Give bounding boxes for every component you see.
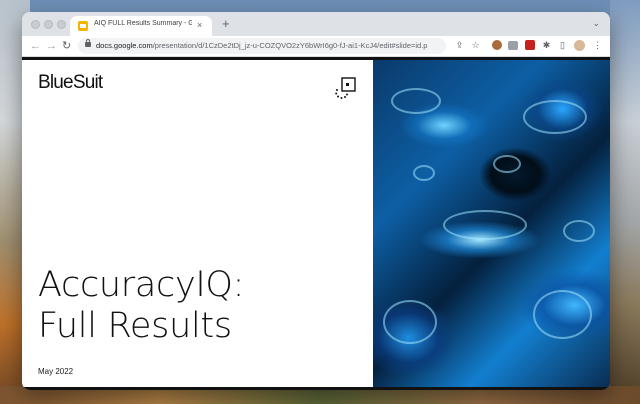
fluid-cell	[533, 290, 592, 339]
tab-close-icon[interactable]: ×	[197, 19, 202, 31]
brand-logo: BlueSuit	[38, 72, 103, 93]
new-tab-button[interactable]: +	[222, 17, 230, 31]
camera-extension-icon[interactable]	[508, 41, 518, 50]
back-button[interactable]: ←	[30, 39, 41, 53]
browser-toolbar: ← → ↻ docs.google.com/presentation/d/1Cz…	[22, 36, 610, 57]
fluid-cell	[523, 100, 587, 134]
puzzle-extensions-icon[interactable]: ✱	[541, 40, 552, 51]
fluid-cell	[383, 300, 437, 344]
share-icon[interactable]: ⇪	[454, 40, 465, 51]
slide-title-line-1: AccuracyIQ:	[38, 265, 245, 305]
forward-button[interactable]: →	[46, 39, 57, 53]
url-text[interactable]: docs.google.com/presentation/d/1CzDe2tDj…	[96, 41, 446, 50]
profile-avatar[interactable]	[574, 40, 585, 51]
close-window-button[interactable]	[31, 20, 40, 29]
browser-window: AIQ FULL Results Summary - G × + ⌄ ← → ↻…	[22, 12, 610, 390]
slide-title-line-2: Full Results	[38, 306, 232, 346]
cookie-extension-icon[interactable]	[492, 40, 502, 50]
url-domain: docs.google.com	[96, 41, 153, 50]
tab-title: AIQ FULL Results Summary - G	[94, 20, 192, 27]
fluid-cell	[391, 88, 441, 114]
brand-mark-icon	[335, 77, 356, 99]
fluid-cell	[493, 155, 521, 173]
slide-date: May 2022	[38, 367, 74, 376]
google-slides-icon	[78, 21, 88, 31]
fluid-cell	[413, 165, 435, 181]
tab-strip: AIQ FULL Results Summary - G × + ⌄	[22, 12, 610, 36]
sidebar-icon[interactable]: ▯	[557, 40, 568, 51]
slide-viewport: BlueSuit AccuracyIQ: Full Results May 20…	[22, 57, 610, 390]
wallpaper-right	[610, 0, 640, 404]
tab-search-chevron-icon[interactable]: ⌄	[592, 18, 600, 29]
menu-dots-icon[interactable]: ⋮	[592, 40, 603, 51]
address-bar[interactable]: docs.google.com/presentation/d/1CzDe2tDj…	[78, 38, 446, 54]
zoom-window-button[interactable]	[57, 20, 66, 29]
tab-aiq-results[interactable]: AIQ FULL Results Summary - G ×	[70, 16, 212, 36]
slide-title: AccuracyIQ: Full Results	[38, 265, 244, 347]
minimize-window-button[interactable]	[44, 20, 53, 29]
lock-icon[interactable]	[85, 39, 91, 47]
abstract-blue-fluid-art	[373, 60, 610, 387]
fluid-cell	[563, 220, 595, 242]
notification-extension-icon[interactable]	[525, 40, 535, 50]
slide-text-panel: BlueSuit AccuracyIQ: Full Results May 20…	[22, 60, 373, 387]
star-icon[interactable]: ☆	[470, 40, 481, 51]
fluid-cell	[443, 210, 527, 240]
reload-button[interactable]: ↻	[62, 39, 71, 53]
url-path: /presentation/d/1CzDe2tDj_jz-u-COZQVO2zY…	[152, 41, 428, 50]
